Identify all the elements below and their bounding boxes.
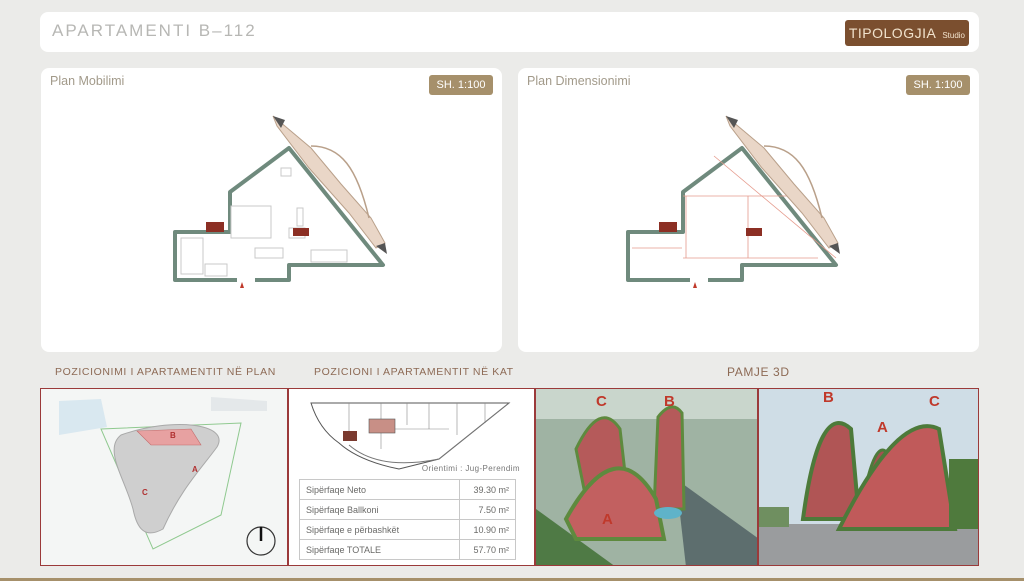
position-floor-label: POZICIONI I APARTAMENTIT NË KAT bbox=[314, 366, 514, 378]
area-row: Sipërfaqe Ballkoni 7.50 m² bbox=[299, 499, 516, 520]
typology-label: TIPOLOGJIA bbox=[848, 25, 937, 41]
area-value: 7.50 m² bbox=[459, 499, 516, 520]
floor-position-box: Orientimi : Jug-Perendim Sipërfaqe Neto 3… bbox=[288, 388, 535, 566]
dimension-plan-scale: SH. 1:100 bbox=[906, 75, 970, 95]
area-table: Sipërfaqe Neto 39.30 m² Sipërfaqe Ballkon… bbox=[299, 479, 516, 560]
building-label-a-aerial: A bbox=[602, 511, 613, 528]
area-value: 10.90 m² bbox=[459, 519, 516, 540]
site-plan-box: B A C bbox=[40, 388, 288, 566]
render-street-image: B A C bbox=[758, 388, 979, 566]
dimension-plan-title: Plan Dimensionimi bbox=[527, 74, 631, 88]
building-label-c-aerial: C bbox=[596, 393, 607, 410]
dimension-plan-panel: Plan Dimensionimi SH. 1:100 bbox=[518, 68, 979, 352]
furniture-plan-drawing bbox=[173, 115, 387, 288]
building-label-a-site: A bbox=[192, 465, 198, 474]
area-label: Sipërfaqe TOTALE bbox=[299, 539, 460, 560]
render-street-drawing bbox=[759, 389, 978, 565]
building-label-b-street: B bbox=[823, 389, 834, 406]
building-label-c-street: C bbox=[929, 393, 940, 410]
area-label: Sipërfaqe e përbashkët bbox=[299, 519, 460, 540]
area-label: Sipërfaqe Neto bbox=[299, 479, 460, 500]
area-row: Sipërfaqe e përbashkët 10.90 m² bbox=[299, 519, 516, 540]
building-label-b-aerial: B bbox=[664, 393, 675, 410]
dimension-plan-drawing bbox=[626, 115, 840, 288]
furniture-plan-title: Plan Mobilimi bbox=[50, 74, 125, 88]
furniture-plan-panel: Plan Mobilimi SH. 1:100 bbox=[41, 68, 502, 352]
typology-badge: TIPOLOGJIA Studio bbox=[844, 20, 969, 46]
orientation-label: Orientimi : Jug-Perendim bbox=[421, 464, 520, 473]
building-label-c-site: C bbox=[142, 488, 148, 497]
area-value: 57.70 m² bbox=[459, 539, 516, 560]
render-aerial-drawing bbox=[536, 389, 757, 565]
view-3d-label: PAMJE 3D bbox=[727, 365, 790, 379]
site-plan-drawing bbox=[41, 389, 287, 565]
building-label-a-street: A bbox=[877, 419, 888, 436]
furniture-plan-scale: SH. 1:100 bbox=[429, 75, 493, 95]
position-plan-label: POZICIONIMI I APARTAMENTIT NË PLAN bbox=[55, 366, 276, 378]
area-label: Sipërfaqe Ballkoni bbox=[299, 499, 460, 520]
area-row: Sipërfaqe Neto 39.30 m² bbox=[299, 479, 516, 500]
render-aerial-image: C B A bbox=[535, 388, 758, 566]
header-bar: APARTAMENTI B–112 TIPOLOGJIA Studio bbox=[40, 12, 979, 52]
apartment-title: APARTAMENTI B–112 bbox=[52, 21, 257, 40]
area-row: Sipërfaqe TOTALE 57.70 m² bbox=[299, 539, 516, 560]
area-value: 39.30 m² bbox=[459, 479, 516, 500]
typology-value: Studio bbox=[942, 31, 965, 40]
building-label-b-site: B bbox=[170, 431, 176, 440]
